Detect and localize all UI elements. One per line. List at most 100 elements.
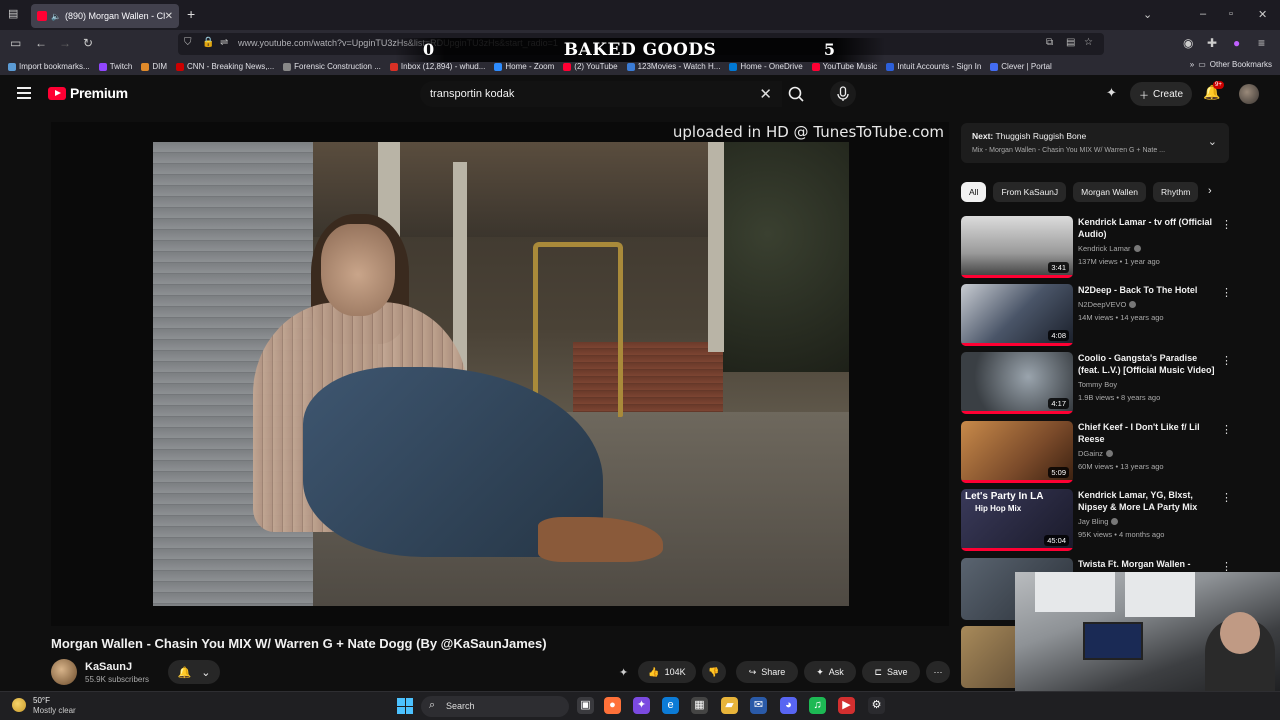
weather-moon-icon[interactable] bbox=[12, 698, 26, 712]
ask-button[interactable]: ✦ Ask bbox=[804, 661, 856, 683]
weather-condition[interactable]: Mostly clear bbox=[33, 706, 76, 715]
autoplay-next-card[interactable]: Next: Thuggish Ruggish Bone Mix - Morgan… bbox=[961, 123, 1229, 163]
recommendation-channel[interactable]: Kendrick Lamar bbox=[1078, 244, 1141, 253]
permissions-icon[interactable]: ⇌ bbox=[220, 37, 228, 48]
discord-icon[interactable]: ◕ bbox=[780, 697, 797, 714]
recommendation-title[interactable]: N2Deep - Back To The Hotel bbox=[1078, 284, 1216, 296]
recommendation-title[interactable]: Twista Ft. Morgan Wallen - bbox=[1078, 558, 1216, 570]
channel-name[interactable]: KaSaunJ bbox=[85, 661, 132, 673]
chevron-right-double-icon[interactable]: » bbox=[1190, 60, 1194, 69]
bookmark-item[interactable]: CNN - Breaking News,... bbox=[176, 62, 274, 71]
recommendation-channel[interactable]: Tommy Boy bbox=[1078, 380, 1117, 389]
search-button[interactable] bbox=[782, 81, 812, 107]
reload-icon[interactable]: ↻ bbox=[83, 36, 93, 50]
file-explorer-icon[interactable]: ▰ bbox=[721, 697, 738, 714]
bookmark-item[interactable]: Home - Zoom bbox=[494, 62, 554, 71]
store-icon[interactable]: ▦ bbox=[691, 697, 708, 714]
bookmark-item[interactable]: (2) YouTube bbox=[563, 62, 618, 71]
save-button[interactable]: ⊏ Save bbox=[862, 661, 920, 683]
recommendation-item[interactable]: Let's Party In LA Hip Hop Mix 45:04 Kendric… bbox=[961, 489, 1232, 551]
search-input[interactable]: transportin kodak ✕ bbox=[420, 81, 782, 107]
lock-icon[interactable]: 🔒 bbox=[202, 37, 214, 48]
bookmark-item[interactable]: Home - OneDrive bbox=[729, 62, 803, 71]
browser-tab-active[interactable]: 🔈 (890) Morgan Wallen - Cha ✕ bbox=[31, 4, 179, 28]
settings-gear-icon[interactable]: ⚙ bbox=[868, 697, 885, 714]
bookmark-item[interactable]: YouTube Music bbox=[811, 62, 877, 71]
task-view-icon[interactable]: ▣ bbox=[577, 697, 594, 714]
mail-icon[interactable]: ✉ bbox=[750, 697, 767, 714]
more-vertical-icon[interactable]: ⋮ bbox=[1221, 423, 1232, 436]
speaker-icon[interactable]: 🔈 bbox=[51, 12, 61, 21]
list-all-tabs-icon[interactable]: ⌄ bbox=[1143, 8, 1152, 21]
recommendation-title[interactable]: Coolio - Gangsta's Paradise (feat. L.V.)… bbox=[1078, 352, 1216, 376]
bookmark-item[interactable]: 123Movies - Watch H... bbox=[626, 62, 720, 71]
dislike-button[interactable]: 👎 bbox=[702, 661, 726, 683]
bookmark-star-icon[interactable]: ☆ bbox=[1084, 37, 1093, 48]
more-vertical-icon[interactable]: ⋮ bbox=[1221, 286, 1232, 299]
subscription-bell-button[interactable]: 🔔 ⌄ bbox=[168, 660, 220, 684]
recommendation-title[interactable]: Kendrick Lamar, YG, Blxst, Nipsey & More… bbox=[1078, 489, 1216, 513]
firefox-icon[interactable]: ● bbox=[604, 697, 621, 714]
extension-puzzle-icon[interactable]: ✦ bbox=[1106, 85, 1117, 101]
maximize-icon[interactable]: ▫ bbox=[1229, 8, 1233, 20]
more-vertical-icon[interactable]: ⋮ bbox=[1221, 354, 1232, 367]
like-button[interactable]: 👍 104K bbox=[638, 661, 696, 683]
recommendation-item[interactable]: 4:08 N2Deep - Back To The Hotel N2DeepVEVO… bbox=[961, 284, 1232, 346]
create-button[interactable]: ＋ Create bbox=[1130, 82, 1192, 106]
video-player[interactable]: uploaded in HD @ TunesToTube.com bbox=[51, 122, 949, 626]
app-menu-icon[interactable]: ≡ bbox=[1258, 36, 1265, 50]
chevron-right-icon[interactable]: › bbox=[1208, 185, 1212, 197]
video-thumbnail[interactable]: 3:41 bbox=[961, 216, 1073, 278]
clear-search-icon[interactable]: ✕ bbox=[759, 85, 772, 103]
other-bookmarks-folder[interactable]: » ▭ Other Bookmarks bbox=[1190, 60, 1272, 69]
sidebar-toggle-icon[interactable]: ▭ bbox=[10, 36, 21, 50]
extensions-icon[interactable]: ✚ bbox=[1207, 36, 1217, 50]
bookmark-item[interactable]: Import bookmarks... bbox=[8, 62, 90, 71]
account-avatar[interactable] bbox=[1239, 84, 1259, 104]
back-icon[interactable]: ← bbox=[35, 36, 47, 50]
extension-icon[interactable]: ✦ bbox=[619, 666, 628, 679]
bookmark-item[interactable]: Forensic Construction ... bbox=[283, 62, 381, 71]
recommendation-item[interactable]: 5:09 Chief Keef - I Don't Like f/ Lil Ree… bbox=[961, 421, 1232, 483]
video-thumbnail[interactable]: 5:09 bbox=[961, 421, 1073, 483]
taskbar-search[interactable]: ⌕ Search bbox=[421, 696, 569, 717]
recommendation-channel[interactable]: DGainz bbox=[1078, 449, 1114, 458]
video-thumbnail[interactable]: Let's Party In LA Hip Hop Mix 45:04 bbox=[961, 489, 1073, 551]
share-button[interactable]: ↪ Share bbox=[736, 661, 798, 683]
voice-search-button[interactable] bbox=[830, 81, 856, 107]
music-app-icon[interactable]: ♫ bbox=[809, 697, 826, 714]
minimize-icon[interactable]: – bbox=[1200, 8, 1206, 20]
bookmark-item[interactable]: DIM bbox=[141, 62, 167, 71]
filter-chip[interactable]: All bbox=[961, 182, 987, 202]
forward-icon[interactable]: → bbox=[59, 36, 71, 50]
filter-chip[interactable]: Rhythm bbox=[1153, 182, 1199, 202]
youtube-app-icon[interactable]: ▶ bbox=[838, 697, 855, 714]
bookmark-item[interactable]: Inbox (12,894) - whud... bbox=[389, 62, 485, 71]
filter-chip[interactable]: Morgan Wallen bbox=[1073, 182, 1147, 202]
bookmark-item[interactable]: Intuit Accounts - Sign In bbox=[886, 62, 981, 71]
reader-view-icon[interactable]: ▤ bbox=[1066, 37, 1075, 48]
picture-in-picture-icon[interactable]: ⧉ bbox=[1046, 37, 1053, 48]
hamburger-menu-icon[interactable] bbox=[17, 87, 31, 99]
search-query[interactable]: transportin kodak bbox=[430, 88, 514, 100]
bookmark-item[interactable]: Twitch bbox=[98, 62, 132, 71]
close-window-icon[interactable]: ✕ bbox=[1258, 8, 1267, 21]
chevron-down-icon[interactable]: ⌄ bbox=[1208, 135, 1217, 148]
tab-list-icon[interactable]: ▤ bbox=[8, 8, 20, 20]
shield-icon[interactable]: ⛉ bbox=[184, 37, 192, 48]
recommendation-item[interactable]: 3:41 Kendrick Lamar - tv off (Official Au… bbox=[961, 216, 1232, 278]
weather-temperature[interactable]: 50°F bbox=[33, 696, 50, 705]
windows-start-icon[interactable] bbox=[397, 698, 413, 714]
recommendation-title[interactable]: Kendrick Lamar - tv off (Official Audio) bbox=[1078, 216, 1216, 240]
recommendation-channel[interactable]: Jay Bling bbox=[1078, 517, 1119, 526]
bookmark-item[interactable]: Clever | Portal bbox=[990, 62, 1052, 71]
more-vertical-icon[interactable]: ⋮ bbox=[1221, 218, 1232, 231]
recommendation-title[interactable]: Chief Keef - I Don't Like f/ Lil Reese bbox=[1078, 421, 1216, 445]
filter-chip[interactable]: From KaSaunJ bbox=[993, 182, 1067, 202]
profile-extension-icon[interactable]: ● bbox=[1233, 36, 1240, 50]
youtube-premium-logo[interactable]: Premium bbox=[48, 85, 128, 101]
more-actions-button[interactable]: ⋯ bbox=[926, 661, 950, 683]
new-tab-icon[interactable]: + bbox=[187, 6, 195, 22]
close-tab-icon[interactable]: ✕ bbox=[165, 11, 173, 22]
account-icon[interactable]: ◉ bbox=[1183, 36, 1193, 50]
